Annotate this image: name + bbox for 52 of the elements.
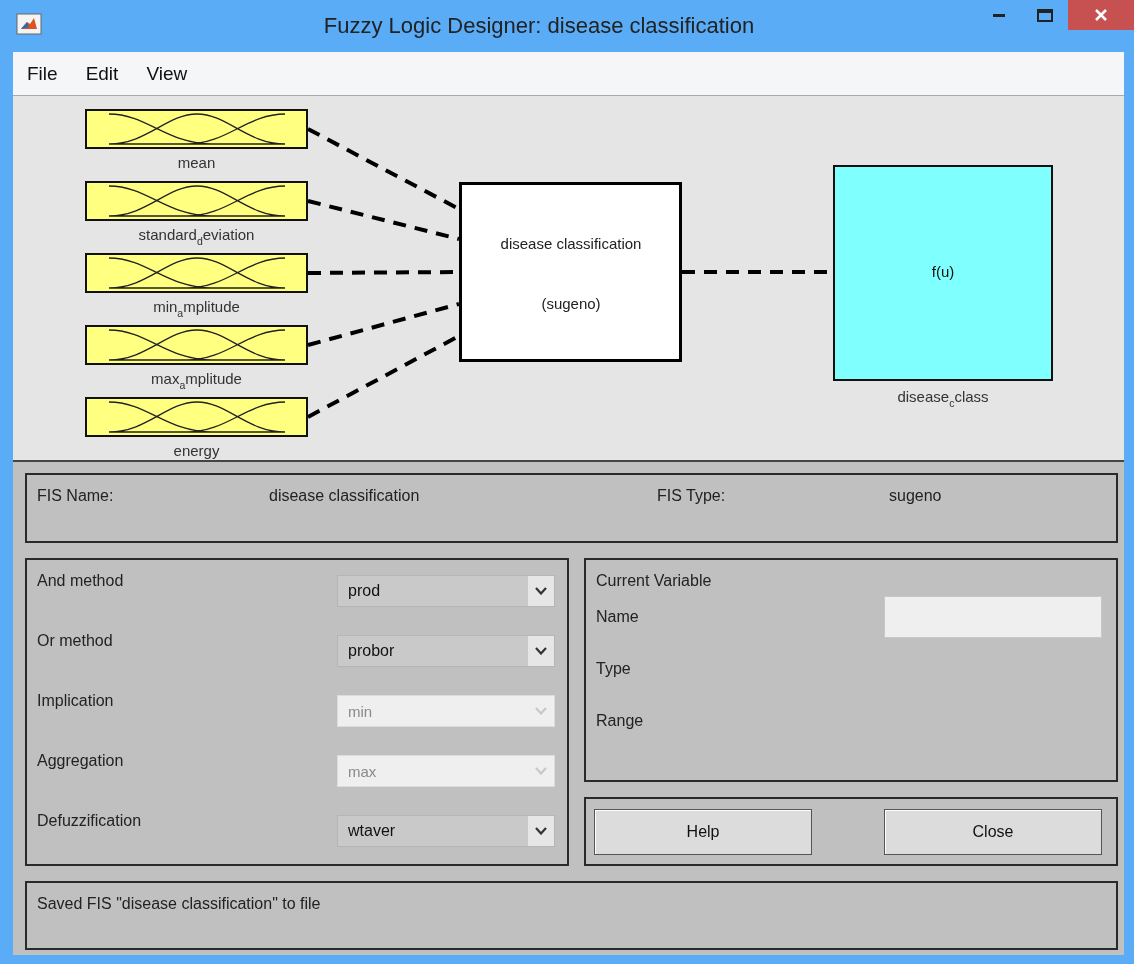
rule-block-name: disease classification [499, 235, 643, 252]
chevron-down-icon [535, 827, 548, 835]
method-label: Defuzzification [37, 812, 142, 830]
dialog-button[interactable]: Close [884, 808, 1102, 855]
input-variable-label: standard$_{d}$eviation [137, 226, 256, 243]
input-variable-node[interactable] [85, 253, 308, 293]
menu-item[interactable]: View [132, 62, 202, 85]
input-variable-node[interactable] [85, 325, 308, 365]
maximize-icon[interactable] [1037, 8, 1053, 22]
variable-label: Name [596, 608, 639, 626]
fis-type-label: FIS Type: [657, 487, 727, 505]
method-dropdown: min [337, 695, 556, 727]
app-icon[interactable] [16, 13, 42, 35]
rule-block-type: (sugeno) [540, 295, 602, 312]
close-icon[interactable] [1094, 8, 1108, 22]
input-variable-label: min$_{a}$mplitude [152, 298, 241, 315]
input-variable-label: max$_{a}$mplitude [150, 370, 243, 387]
section-title: Current Variable [596, 572, 713, 590]
method-label: Implication [37, 692, 114, 710]
method-dropdown[interactable]: probor [337, 635, 556, 667]
input-variable-node[interactable] [85, 109, 308, 149]
input-variable-node[interactable] [85, 397, 308, 437]
name-field[interactable] [884, 596, 1102, 638]
menu-item[interactable]: File [13, 62, 72, 85]
method-label: Aggregation [37, 752, 124, 770]
fis-type-value: sugeno [889, 487, 942, 505]
method-label: Or method [37, 632, 113, 650]
method-dropdown: max [337, 755, 556, 787]
input-variable-node[interactable] [85, 181, 308, 221]
status-message: Saved FIS "disease classification" to file [25, 881, 1118, 950]
close-button[interactable] [1068, 0, 1134, 30]
output-function-label: f(u) [930, 263, 956, 280]
output-variable-node[interactable] [833, 165, 1053, 381]
variable-label: Range [596, 712, 644, 730]
fis-name-label: FIS Name: [37, 487, 115, 505]
chevron-down-icon [535, 587, 548, 595]
minimize-icon[interactable] [993, 13, 1005, 17]
output-variable-label: disease$_{c}$class [896, 388, 990, 405]
method-dropdown[interactable]: wtaver [337, 815, 556, 847]
method-label: And method [37, 572, 124, 590]
rule-block-node[interactable] [459, 182, 682, 362]
method-dropdown[interactable]: prod [337, 575, 556, 607]
input-variable-label: mean [176, 154, 217, 171]
menu-item[interactable]: Edit [71, 62, 133, 85]
window-title: Fuzzy Logic Designer: disease classification [322, 13, 756, 39]
chevron-down-icon [535, 707, 548, 715]
chevron-down-icon [535, 647, 548, 655]
variable-label: Type [596, 660, 631, 678]
chevron-down-icon [535, 767, 548, 775]
fis-name-value: disease classification [269, 487, 421, 505]
input-variable-label: energy [172, 442, 221, 459]
dialog-button[interactable]: Help [594, 808, 813, 855]
